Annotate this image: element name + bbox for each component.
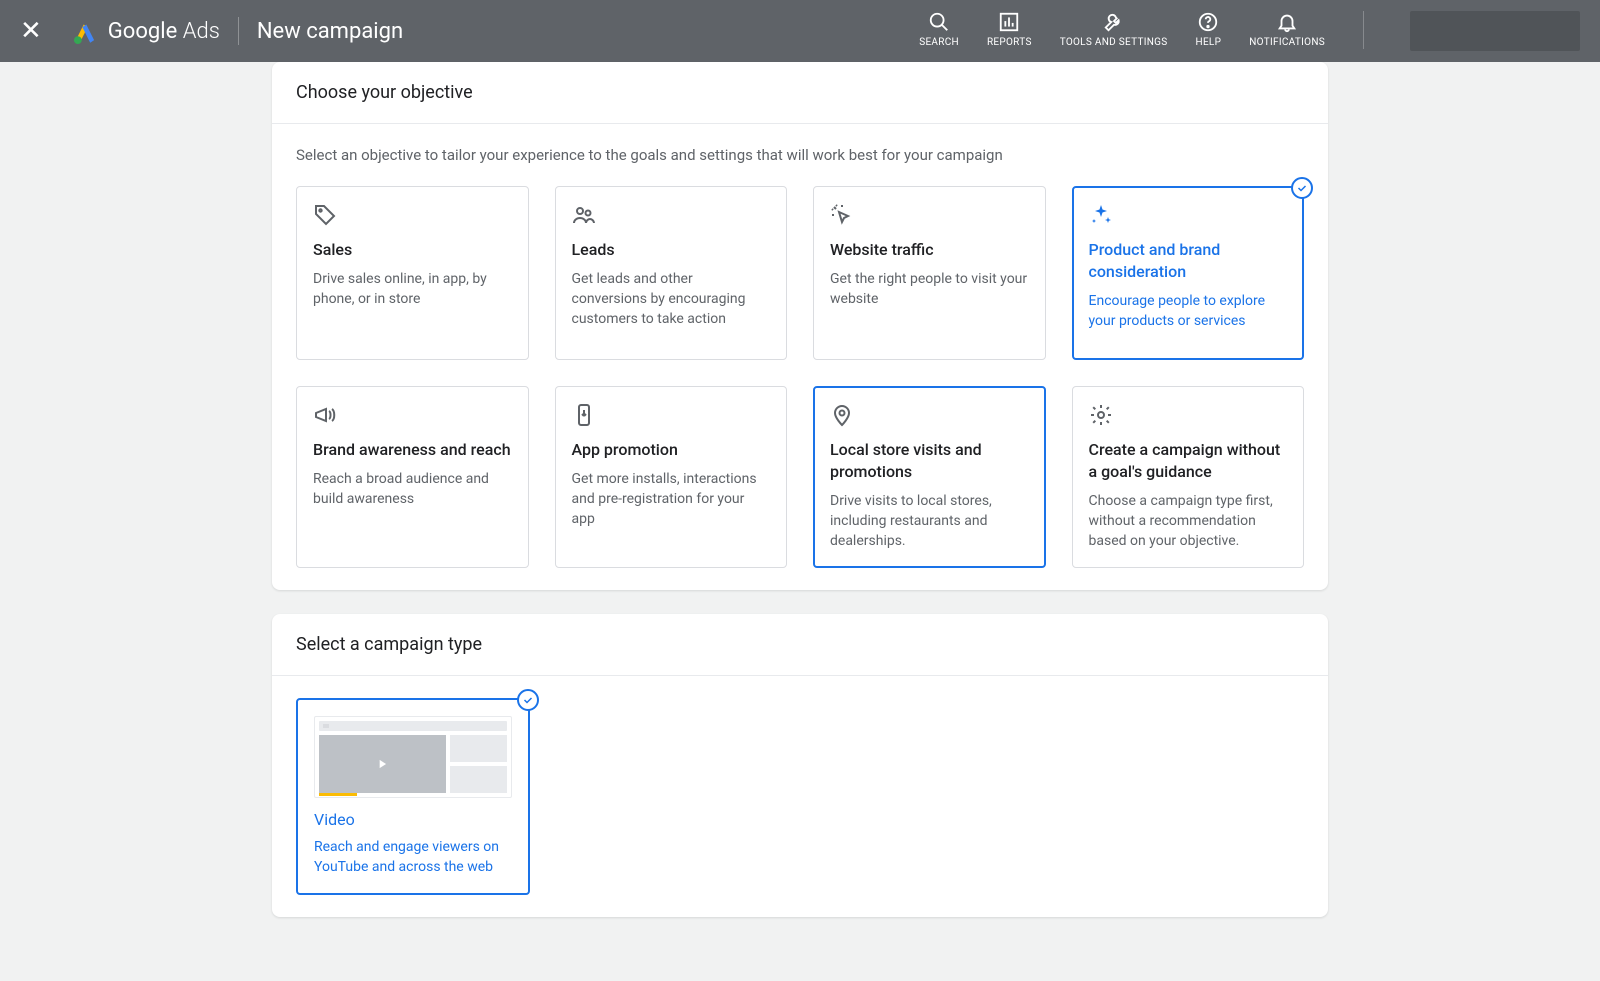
help-icon xyxy=(1197,11,1219,33)
nav-reports[interactable]: REPORTS xyxy=(987,11,1032,48)
nav-search[interactable]: SEARCH xyxy=(919,11,959,48)
objective-card-consideration[interactable]: Product and brand consideration Encourag… xyxy=(1072,186,1305,360)
brand-text: Google Ads xyxy=(108,19,220,44)
nav-help[interactable]: HELP xyxy=(1196,11,1222,48)
objective-panel: Choose your objective Select an objectiv… xyxy=(272,62,1328,590)
sparkle-icon xyxy=(1089,203,1113,227)
app-header: ✕ Google Ads New campaign SEARCH REPORTS xyxy=(0,0,1600,62)
objective-card-awareness[interactable]: Brand awareness and reach Reach a broad … xyxy=(296,386,529,568)
bell-icon xyxy=(1276,11,1298,33)
objective-card-sales[interactable]: Sales Drive sales online, in app, by pho… xyxy=(296,186,529,360)
video-thumb-illustration xyxy=(314,716,512,798)
nav-notifications[interactable]: NOTIFICATIONS xyxy=(1249,11,1325,48)
card-title: Brand awareness and reach xyxy=(313,439,512,461)
account-selector[interactable] xyxy=(1410,11,1580,51)
card-title: Website traffic xyxy=(830,239,1029,261)
card-desc: Encourage people to explore your product… xyxy=(1089,291,1288,331)
objective-card-leads[interactable]: Leads Get leads and other conversions by… xyxy=(555,186,788,360)
tag-icon xyxy=(313,203,337,227)
divider xyxy=(238,17,239,45)
card-desc: Get leads and other conversions by encou… xyxy=(572,269,771,329)
people-icon xyxy=(572,203,596,227)
card-title: Local store visits and promotions xyxy=(830,439,1029,483)
objective-card-app[interactable]: App promotion Get more installs, interac… xyxy=(555,386,788,568)
card-desc: Reach a broad audience and build awarene… xyxy=(313,469,512,509)
phone-download-icon xyxy=(572,403,596,427)
card-desc: Get more installs, interactions and pre-… xyxy=(572,469,771,529)
header-nav: SEARCH REPORTS TOOLS AND SETTINGS HELP N… xyxy=(919,11,1580,51)
pin-icon xyxy=(830,403,854,427)
card-title: Leads xyxy=(572,239,771,261)
objective-card-nogoal[interactable]: Create a campaign without a goal's guida… xyxy=(1072,386,1305,568)
check-icon xyxy=(517,689,539,711)
brand-logo[interactable]: Google Ads xyxy=(72,18,220,44)
objective-heading: Choose your objective xyxy=(272,62,1328,124)
card-desc: Drive sales online, in app, by phone, or… xyxy=(313,269,512,309)
card-title: Video xyxy=(314,810,512,829)
wrench-icon xyxy=(1103,11,1125,33)
reports-icon xyxy=(998,11,1020,33)
nav-tools[interactable]: TOOLS AND SETTINGS xyxy=(1060,11,1168,48)
click-icon xyxy=(830,203,854,227)
search-icon xyxy=(928,11,950,33)
card-desc: Get the right people to visit your websi… xyxy=(830,269,1029,309)
page-title: New campaign xyxy=(257,19,403,44)
card-desc: Drive visits to local stores, including … xyxy=(830,491,1029,551)
card-title: Create a campaign without a goal's guida… xyxy=(1089,439,1288,483)
close-icon[interactable]: ✕ xyxy=(20,16,42,46)
objective-card-local[interactable]: Local store visits and promotions Drive … xyxy=(813,386,1046,568)
campaign-type-heading: Select a campaign type xyxy=(272,614,1328,676)
card-desc: Reach and engage viewers on YouTube and … xyxy=(314,837,512,877)
google-ads-logo-icon xyxy=(72,18,98,44)
divider xyxy=(1363,11,1364,49)
gear-icon xyxy=(1089,403,1113,427)
objective-grid: Sales Drive sales online, in app, by pho… xyxy=(296,186,1304,568)
objective-subtext: Select an objective to tailor your exper… xyxy=(296,146,1304,164)
objective-card-traffic[interactable]: Website traffic Get the right people to … xyxy=(813,186,1046,360)
campaign-type-card-video[interactable]: Video Reach and engage viewers on YouTub… xyxy=(296,698,530,895)
campaign-type-panel: Select a campaign type Video Reach and xyxy=(272,614,1328,917)
card-title: Product and brand consideration xyxy=(1089,239,1288,283)
check-icon xyxy=(1291,177,1313,199)
megaphone-icon xyxy=(313,403,337,427)
card-title: App promotion xyxy=(572,439,771,461)
card-desc: Choose a campaign type first, without a … xyxy=(1089,491,1288,551)
card-title: Sales xyxy=(313,239,512,261)
